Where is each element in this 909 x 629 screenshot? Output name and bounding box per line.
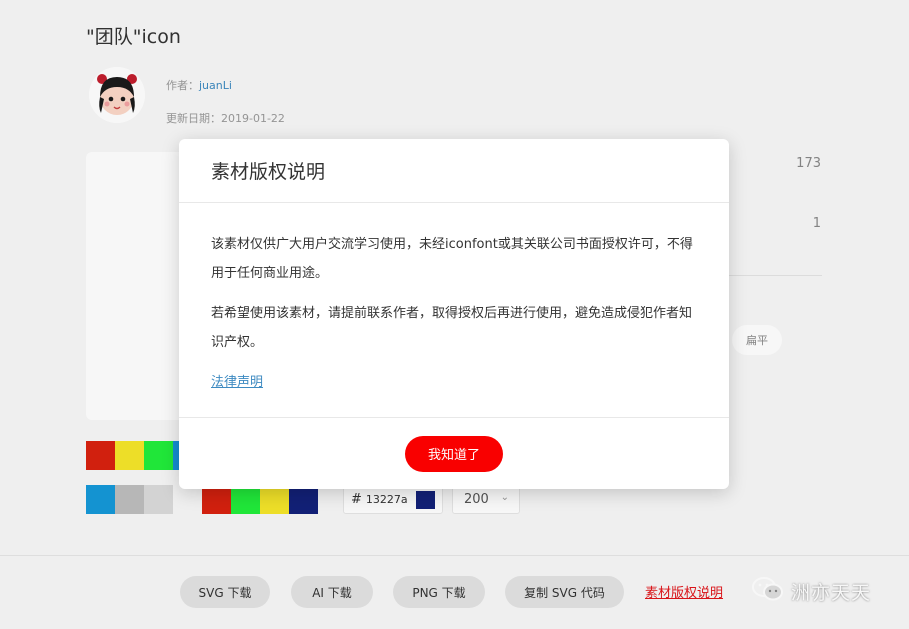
acknowledge-button[interactable]: 我知道了	[405, 435, 503, 472]
legal-statement-link[interactable]: 法律声明	[211, 375, 263, 390]
modal-header: 素材版权说明	[179, 139, 729, 203]
copyright-modal: 素材版权说明 该素材仅供广大用户交流学习使用，未经iconfont或其关联公司书…	[179, 139, 729, 489]
modal-title: 素材版权说明	[211, 161, 326, 183]
notice-paragraph: 若希望使用该素材，请提前联系作者，取得授权后再进行使用，避免造成侵犯作者知识产权…	[211, 306, 693, 350]
modal-body: 该素材仅供广大用户交流学习使用，未经iconfont或其关联公司书面授权许可，不…	[179, 203, 729, 397]
notice-paragraph: 该素材仅供广大用户交流学习使用，未经iconfont或其关联公司书面授权许可，不…	[211, 237, 693, 281]
modal-footer: 我知道了	[179, 417, 729, 489]
